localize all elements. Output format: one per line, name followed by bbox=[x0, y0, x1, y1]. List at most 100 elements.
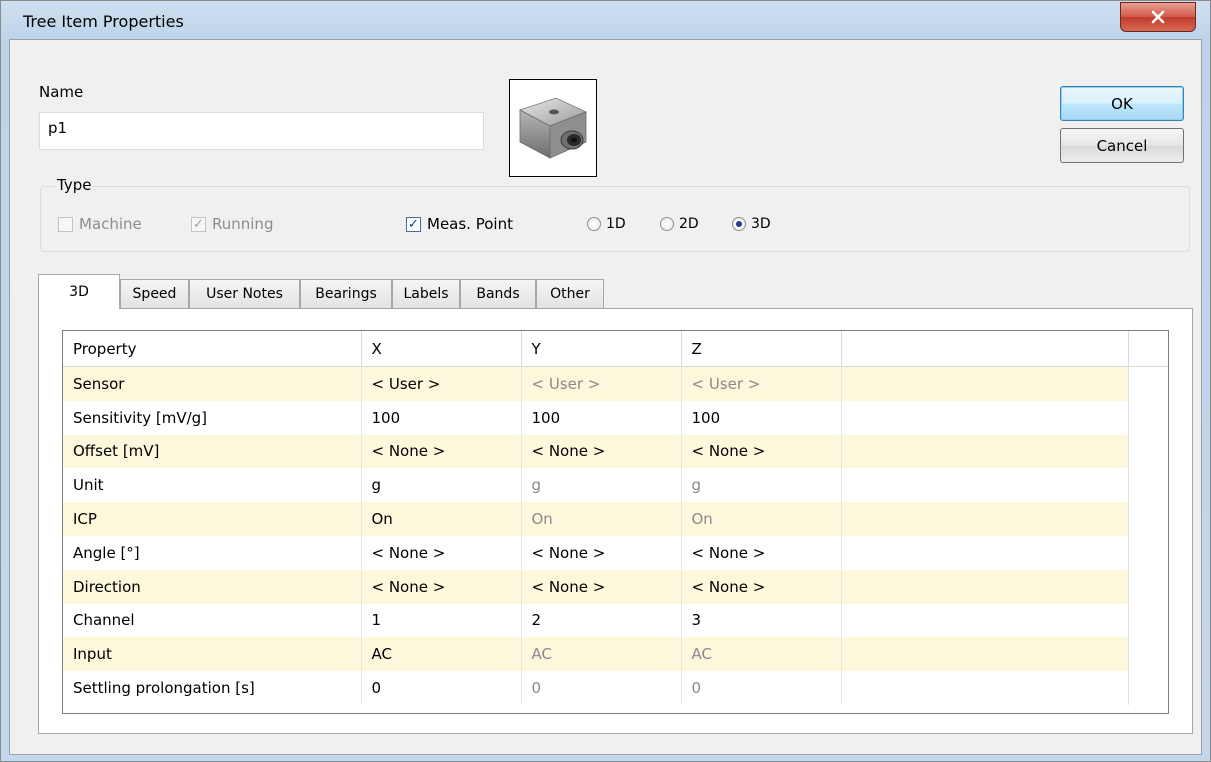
machine-checkbox[interactable]: Machine bbox=[58, 215, 142, 233]
cell-x[interactable]: 100 bbox=[361, 400, 522, 435]
table-row[interactable]: Angle [°] < None > < None > < None > bbox=[63, 535, 1168, 570]
table-row[interactable]: Sensor < User > < User > < User > bbox=[63, 366, 1168, 401]
column-header-y[interactable]: Y bbox=[521, 331, 682, 367]
cell-end bbox=[1128, 637, 1168, 672]
cell-filler bbox=[841, 400, 1129, 435]
name-input[interactable]: p1 bbox=[39, 112, 484, 150]
cancel-button[interactable]: Cancel bbox=[1060, 128, 1184, 163]
radio-1d-dot bbox=[587, 217, 601, 231]
title-bar[interactable]: Tree Item Properties bbox=[1, 1, 1211, 39]
cell-property: Unit bbox=[63, 468, 362, 503]
radio-1d-label: 1D bbox=[606, 216, 626, 232]
cell-x[interactable]: < None > bbox=[361, 535, 522, 570]
table-row[interactable]: Direction < None > < None > < None > bbox=[63, 569, 1168, 604]
grid-header-row: Property X Y Z bbox=[63, 331, 1168, 367]
close-icon bbox=[1151, 10, 1165, 24]
cell-property: Input bbox=[63, 637, 362, 672]
cell-y[interactable]: 2 bbox=[521, 603, 682, 638]
cell-property: Direction bbox=[63, 569, 362, 604]
tab-bands[interactable]: Bands bbox=[460, 279, 536, 308]
column-header-end bbox=[1128, 331, 1168, 367]
table-row[interactable]: Input AC AC AC bbox=[63, 637, 1168, 672]
cell-z[interactable]: 100 bbox=[681, 400, 842, 435]
cell-z[interactable]: < None > bbox=[681, 535, 842, 570]
cell-end bbox=[1128, 434, 1168, 469]
cell-z[interactable]: < None > bbox=[681, 569, 842, 604]
cell-x[interactable]: 1 bbox=[361, 603, 522, 638]
close-button[interactable] bbox=[1120, 2, 1196, 32]
cell-property: ICP bbox=[63, 502, 362, 536]
meas-point-checkbox[interactable]: ✓ Meas. Point bbox=[406, 215, 513, 233]
table-row[interactable]: ICP On On On bbox=[63, 502, 1168, 536]
cell-filler bbox=[841, 637, 1129, 672]
ok-button[interactable]: OK bbox=[1060, 86, 1184, 121]
column-header-x[interactable]: X bbox=[361, 331, 522, 367]
column-header-property[interactable]: Property bbox=[63, 331, 362, 367]
column-header-filler bbox=[841, 331, 1129, 367]
cell-end bbox=[1128, 366, 1168, 401]
cell-z[interactable]: 3 bbox=[681, 603, 842, 638]
cell-y[interactable]: < None > bbox=[521, 434, 682, 469]
window-title: Tree Item Properties bbox=[23, 12, 184, 31]
sensor-picture[interactable] bbox=[509, 79, 597, 177]
cell-end bbox=[1128, 502, 1168, 536]
cell-filler bbox=[841, 434, 1129, 469]
cell-end bbox=[1128, 468, 1168, 503]
cell-z[interactable]: 0 bbox=[681, 671, 842, 705]
cell-z[interactable]: g bbox=[681, 468, 842, 503]
cell-z[interactable]: On bbox=[681, 502, 842, 536]
radio-3d-dot bbox=[732, 217, 746, 231]
running-checkbox[interactable]: ✓ Running bbox=[191, 215, 273, 233]
tab-bearings[interactable]: Bearings bbox=[300, 279, 392, 308]
cell-property: Sensor bbox=[63, 366, 362, 401]
dialog-window: Tree Item Properties Name p1 OK Cancel T… bbox=[0, 0, 1211, 762]
cell-property: Settling prolongation [s] bbox=[63, 671, 362, 705]
running-checkbox-box: ✓ bbox=[191, 216, 206, 232]
cell-z[interactable]: < None > bbox=[681, 434, 842, 469]
cell-y[interactable]: On bbox=[521, 502, 682, 536]
table-row[interactable]: Offset [mV] < None > < None > < None > bbox=[63, 434, 1168, 469]
cell-property: Offset [mV] bbox=[63, 434, 362, 469]
cell-y[interactable]: < User > bbox=[521, 366, 682, 401]
cell-end bbox=[1128, 569, 1168, 604]
cell-y[interactable]: < None > bbox=[521, 535, 682, 570]
tab-speed[interactable]: Speed bbox=[120, 279, 189, 308]
cell-x[interactable]: g bbox=[361, 468, 522, 503]
cell-property: Sensitivity [mV/g] bbox=[63, 400, 362, 435]
cell-end bbox=[1128, 603, 1168, 638]
cell-y[interactable]: AC bbox=[521, 637, 682, 672]
tab-3d[interactable]: 3D bbox=[38, 274, 120, 309]
cell-x[interactable]: AC bbox=[361, 637, 522, 672]
cell-end bbox=[1128, 400, 1168, 435]
tab-user-notes[interactable]: User Notes bbox=[189, 279, 300, 308]
table-row[interactable]: Sensitivity [mV/g] 100 100 100 bbox=[63, 400, 1168, 435]
radio-3d-label: 3D bbox=[751, 216, 771, 232]
cell-y[interactable]: 100 bbox=[521, 400, 682, 435]
cell-x[interactable]: < None > bbox=[361, 434, 522, 469]
type-group-label: Type bbox=[55, 176, 94, 194]
tab-labels[interactable]: Labels bbox=[392, 279, 460, 308]
radio-3d[interactable]: 3D bbox=[732, 216, 771, 232]
radio-2d[interactable]: 2D bbox=[660, 216, 699, 232]
cell-x[interactable]: 0 bbox=[361, 671, 522, 705]
table-row[interactable]: Channel 1 2 3 bbox=[63, 603, 1168, 638]
radio-1d[interactable]: 1D bbox=[587, 216, 626, 232]
column-header-z[interactable]: Z bbox=[681, 331, 842, 367]
cell-x[interactable]: < None > bbox=[361, 569, 522, 604]
table-row[interactable]: Unit g g g bbox=[63, 468, 1168, 503]
table-row[interactable]: Settling prolongation [s] 0 0 0 bbox=[63, 671, 1168, 705]
property-grid[interactable]: Property X Y Z Sensor < User > < User > … bbox=[62, 330, 1169, 714]
cell-filler bbox=[841, 535, 1129, 570]
cell-x[interactable]: On bbox=[361, 502, 522, 536]
cell-x[interactable]: < User > bbox=[361, 366, 522, 401]
cell-end bbox=[1128, 671, 1168, 705]
cell-y[interactable]: < None > bbox=[521, 569, 682, 604]
cell-z[interactable]: AC bbox=[681, 637, 842, 672]
property-table: Property X Y Z Sensor < User > < User > … bbox=[63, 331, 1168, 705]
cell-y[interactable]: g bbox=[521, 468, 682, 503]
tab-other[interactable]: Other bbox=[536, 279, 604, 308]
cell-filler bbox=[841, 569, 1129, 604]
accelerometer-sensor-image bbox=[518, 97, 588, 159]
cell-z[interactable]: < User > bbox=[681, 366, 842, 401]
cell-y[interactable]: 0 bbox=[521, 671, 682, 705]
